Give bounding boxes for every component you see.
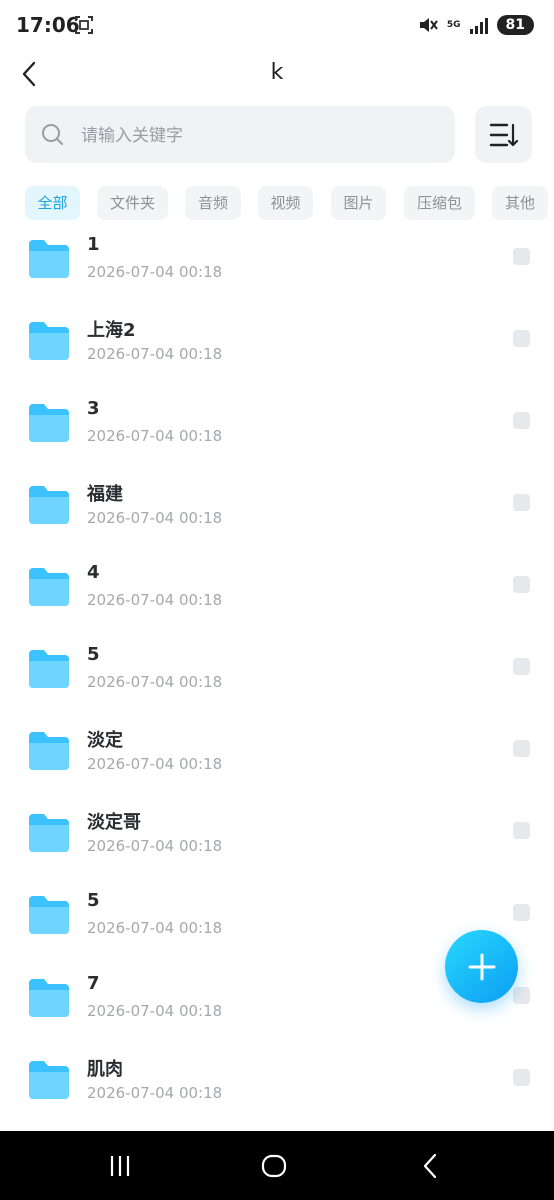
navigation-bar (0, 1131, 554, 1200)
plus-icon (468, 953, 495, 980)
file-name: 7 (87, 973, 100, 994)
sort-button[interactable] (475, 106, 532, 163)
status-time: 17:06 (16, 13, 80, 37)
list-item[interactable]: 上海2 2026-07-04 00:18 (0, 312, 554, 394)
select-checkbox[interactable] (513, 904, 530, 921)
folder-icon (29, 404, 69, 442)
file-date: 2026-07-04 00:18 (87, 755, 223, 773)
signal-icon (469, 18, 488, 34)
folder-icon (29, 979, 69, 1017)
battery-indicator: 81 (496, 15, 534, 35)
list-item[interactable]: 淡定 2026-07-04 00:18 (0, 722, 554, 804)
folder-icon (29, 732, 69, 770)
mute-icon (419, 18, 438, 32)
filter-chip-all[interactable]: 全部 (25, 186, 80, 220)
select-checkbox[interactable] (513, 576, 530, 593)
select-checkbox[interactable] (513, 658, 530, 675)
status-icons: 5G 81 (417, 14, 534, 36)
filter-chip-image[interactable]: 图片 (331, 186, 386, 220)
file-name: 淡定哥 (87, 812, 141, 833)
filter-chip-other[interactable]: 其他 (492, 186, 548, 220)
folder-icon (29, 322, 69, 360)
recent-apps-button[interactable] (100, 1149, 140, 1183)
folder-icon (29, 814, 69, 852)
file-date: 2026-07-04 00:18 (87, 263, 223, 281)
file-name: 1 (87, 234, 100, 255)
file-name: 淡定 (87, 730, 123, 751)
file-name: 上海2 (87, 320, 136, 341)
file-date: 2026-07-04 00:18 (87, 919, 223, 937)
select-checkbox[interactable] (513, 822, 530, 839)
file-date: 2026-07-04 00:18 (87, 673, 223, 691)
file-name: 5 (87, 644, 100, 665)
list-item[interactable]: 4 2026-07-04 00:18 (0, 558, 554, 640)
list-item[interactable]: 淡定哥 2026-07-04 00:18 (0, 804, 554, 886)
list-item[interactable]: 1 2026-07-04 00:18 (0, 230, 554, 312)
search-icon (42, 124, 63, 145)
filter-chip-audio[interactable]: 音频 (185, 186, 241, 220)
folder-icon (29, 486, 69, 524)
filter-chip-video[interactable]: 视频 (258, 186, 313, 220)
file-date: 2026-07-04 00:18 (87, 345, 223, 363)
filter-bar: 全部 文件夹 音频 视频 图片 压缩包 其他 (25, 186, 554, 220)
folder-icon (29, 650, 69, 688)
filter-chip-archive[interactable]: 压缩包 (404, 186, 475, 220)
list-item[interactable]: 肌肉 2026-07-04 00:18 (0, 1051, 554, 1130)
file-name: 3 (87, 398, 100, 419)
filter-chip-folder[interactable]: 文件夹 (97, 186, 168, 220)
file-name: 5 (87, 890, 100, 911)
back-arrow-icon (423, 1153, 437, 1179)
list-item[interactable]: 3 2026-07-04 00:18 (0, 394, 554, 476)
sort-icon (489, 123, 518, 146)
file-name: 4 (87, 562, 100, 583)
recent-apps-icon (110, 1156, 130, 1176)
file-name: 福建 (87, 484, 123, 505)
list-item[interactable]: 福建 2026-07-04 00:18 (0, 476, 554, 558)
file-name: 肌肉 (87, 1059, 123, 1080)
file-date: 2026-07-04 00:18 (87, 427, 223, 445)
select-checkbox[interactable] (513, 740, 530, 757)
folder-icon (29, 240, 69, 278)
system-back-button[interactable] (410, 1149, 450, 1183)
file-date: 2026-07-04 00:18 (87, 509, 223, 527)
select-checkbox[interactable] (513, 330, 530, 347)
add-button[interactable] (445, 930, 518, 1003)
select-checkbox[interactable] (513, 987, 530, 1004)
select-checkbox[interactable] (513, 1069, 530, 1086)
network-type: 5G (446, 19, 461, 30)
folder-icon (29, 1061, 69, 1099)
file-date: 2026-07-04 00:18 (87, 1002, 223, 1020)
file-date: 2026-07-04 00:18 (87, 1084, 223, 1102)
search-box[interactable] (25, 106, 455, 165)
search-input[interactable] (79, 106, 443, 165)
folder-icon (29, 568, 69, 606)
page-title: k (270, 60, 284, 85)
select-checkbox[interactable] (513, 494, 530, 511)
list-item[interactable]: 5 2026-07-04 00:18 (0, 640, 554, 722)
folder-icon (29, 896, 69, 934)
select-checkbox[interactable] (513, 412, 530, 429)
file-date: 2026-07-04 00:18 (87, 837, 223, 855)
select-checkbox[interactable] (513, 248, 530, 265)
status-bar: 17:06 5G 81 (0, 0, 554, 52)
screenshot-icon (75, 16, 93, 34)
home-icon (261, 1154, 287, 1178)
file-date: 2026-07-04 00:18 (87, 591, 223, 609)
home-button[interactable] (254, 1149, 294, 1183)
